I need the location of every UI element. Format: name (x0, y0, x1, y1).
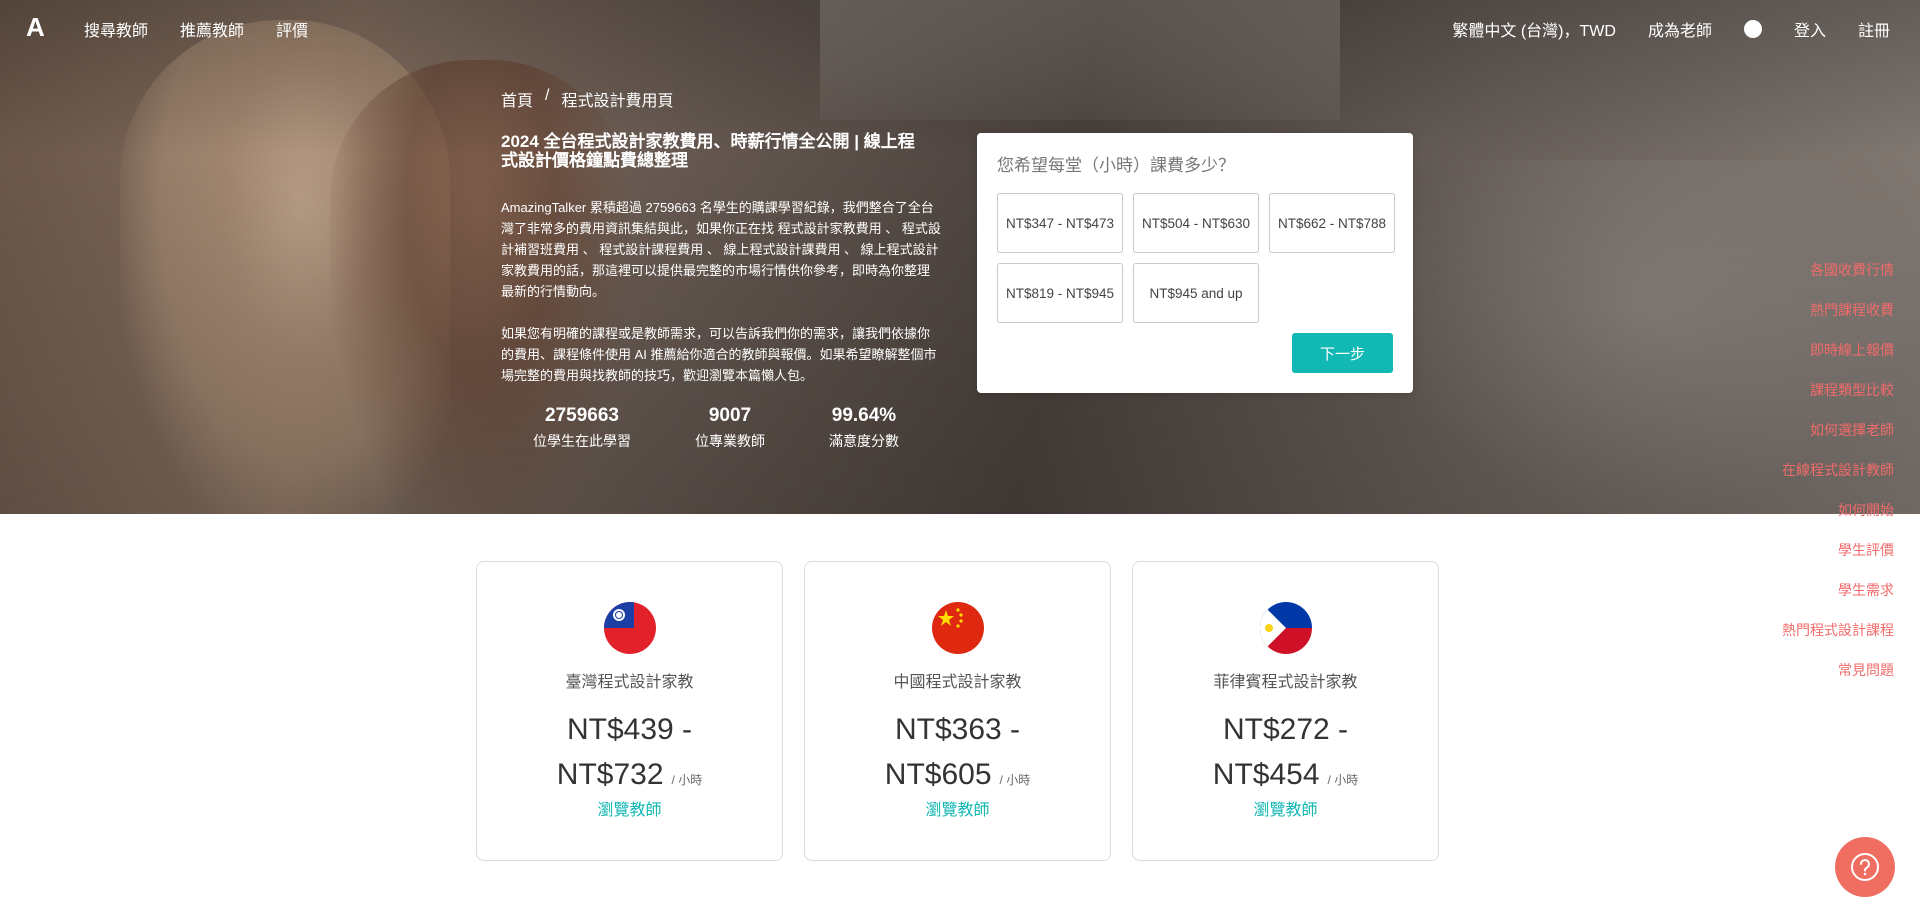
stat-label: 滿意度分數 (829, 433, 899, 449)
nav-recommended-teachers[interactable]: 推薦教師 (180, 17, 244, 41)
breadcrumb: 首頁 / 程式設計費用頁 (501, 87, 673, 111)
side-nav: 各國收費行情 熱門課程收費 即時線上報價 課程類型比較 如何選擇老師 在線程式設… (1782, 259, 1894, 699)
price-min: NT$363 - (894, 713, 1021, 746)
stat-number: 9007 (708, 405, 752, 426)
side-nav-item[interactable]: 如何選擇老師 (1782, 419, 1894, 459)
price-range: NT$439 - NT$732 / 小時 (477, 707, 782, 803)
stat-label: 位專業教師 (695, 433, 765, 449)
taiwan-flag-icon (604, 602, 656, 654)
price-option-2[interactable]: NT$504 - NT$630 (1133, 193, 1259, 253)
price-card-taiwan: 臺灣程式設計家教 NT$439 - NT$732 / 小時 瀏覽教師 (476, 561, 783, 861)
price-max: NT$454 (1212, 758, 1320, 791)
card-label: 菲律賓程式設計家教 (1213, 674, 1358, 691)
nav-search-teachers[interactable]: 搜尋教師 (84, 17, 148, 41)
side-nav-item[interactable]: 學生評價 (1782, 539, 1894, 579)
price-card-philippines: 菲律賓程式設計家教 NT$272 - NT$454 / 小時 瀏覽教師 (1132, 561, 1439, 861)
side-nav-item[interactable]: 學生需求 (1782, 579, 1894, 619)
stat-number: 2759663 (545, 405, 619, 426)
side-nav-item[interactable]: 常見問題 (1782, 659, 1894, 699)
price-max: NT$605 (884, 758, 992, 791)
stat-satisfaction: 99.64% 滿意度分數 (829, 405, 899, 451)
login-link[interactable]: 登入 (1794, 17, 1826, 41)
price-range: NT$272 - NT$454 / 小時 (1133, 707, 1438, 803)
per-hour: / 小時 (999, 773, 1031, 787)
hero-banner (0, 0, 1920, 514)
browse-teachers-link[interactable]: 瀏覽教師 (805, 796, 1110, 820)
breadcrumb-home[interactable]: 首頁 (501, 87, 533, 111)
price-max: NT$732 (556, 758, 664, 791)
intro-paragraph: AmazingTalker 累積超過 2759663 名學生的購課學習紀錄，我們… (501, 200, 941, 299)
side-nav-item[interactable]: 即時線上報價 (1782, 339, 1894, 379)
page-title: 2024 全台程式設計家教費用、時薪行情全公開 | 線上程式設計價格鐘點費總整理 (501, 132, 915, 170)
next-button[interactable]: 下一步 (1292, 333, 1393, 373)
help-icon[interactable]: ? (1743, 20, 1762, 38)
stat-students: 2759663 位學生在此學習 (533, 405, 631, 451)
side-nav-item[interactable]: 在線程式設計教師 (1782, 459, 1894, 499)
per-hour: / 小時 (1327, 773, 1359, 787)
breadcrumb-separator: / (545, 87, 550, 104)
price-option-3[interactable]: NT$662 - NT$788 (1269, 193, 1395, 253)
logo-icon[interactable]: A (26, 14, 50, 40)
help-chat-button[interactable] (1835, 837, 1895, 897)
intro-paragraph-2: 如果您有明確的課程或是教師需求，可以告訴我們你的需求，讓我們依據你的費用、課程條… (501, 326, 937, 383)
breadcrumb-current: 程式設計費用頁 (561, 93, 674, 110)
philippines-flag-icon (1260, 602, 1312, 654)
nav-reviews[interactable]: 評價 (276, 17, 308, 41)
stat-label: 位學生在此學習 (533, 433, 631, 449)
side-nav-item[interactable]: 課程類型比較 (1782, 379, 1894, 419)
signup-link[interactable]: 註冊 (1858, 17, 1890, 41)
stats-row: 2759663 位學生在此學習 9007 位專業教師 99.64% 滿意度分數 (501, 405, 931, 451)
nav-left: 搜尋教師 推薦教師 評價 (84, 17, 308, 41)
price-quiz-card: 您希望每堂（小時）課費多少？ NT$347 - NT$473 NT$504 - … (977, 133, 1413, 393)
price-card-china: 中國程式設計家教 NT$363 - NT$605 / 小時 瀏覽教師 (804, 561, 1111, 861)
browse-teachers-link[interactable]: 瀏覽教師 (477, 796, 782, 820)
top-nav: A 搜尋教師 推薦教師 評價 繁體中文 (台灣)，TWD 成為老師 ? 登入 註… (0, 0, 1920, 54)
price-option-1[interactable]: NT$347 - NT$473 (997, 193, 1123, 253)
china-flag-icon (932, 602, 984, 654)
stat-teachers: 9007 位專業教師 (695, 405, 765, 451)
price-option-5[interactable]: NT$945 and up (1133, 263, 1259, 323)
price-min: NT$439 - (566, 713, 693, 746)
browse-teachers-link[interactable]: 瀏覽教師 (1133, 796, 1438, 820)
side-nav-item[interactable]: 如何開始 (1782, 499, 1894, 539)
language-currency-selector[interactable]: 繁體中文 (台灣)，TWD (1452, 17, 1616, 41)
quiz-question: 您希望每堂（小時）課費多少？ (997, 156, 1235, 175)
question-icon (1851, 853, 1879, 881)
card-label: 臺灣程式設計家教 (565, 674, 694, 691)
hero-overlay (0, 0, 1920, 514)
price-option-4[interactable]: NT$819 - NT$945 (997, 263, 1123, 323)
become-teacher-link[interactable]: 成為老師 (1648, 17, 1712, 41)
side-nav-item[interactable]: 各國收費行情 (1782, 259, 1894, 299)
per-hour: / 小時 (671, 773, 703, 787)
price-range: NT$363 - NT$605 / 小時 (805, 707, 1110, 803)
side-nav-item[interactable]: 熱門程式設計課程 (1782, 619, 1894, 659)
card-label: 中國程式設計家教 (893, 674, 1022, 691)
stat-number: 99.64% (831, 405, 897, 426)
nav-right: 繁體中文 (台灣)，TWD 成為老師 ? 登入 註冊 (1452, 17, 1890, 41)
side-nav-item[interactable]: 熱門課程收費 (1782, 299, 1894, 339)
price-min: NT$272 - (1222, 713, 1349, 746)
